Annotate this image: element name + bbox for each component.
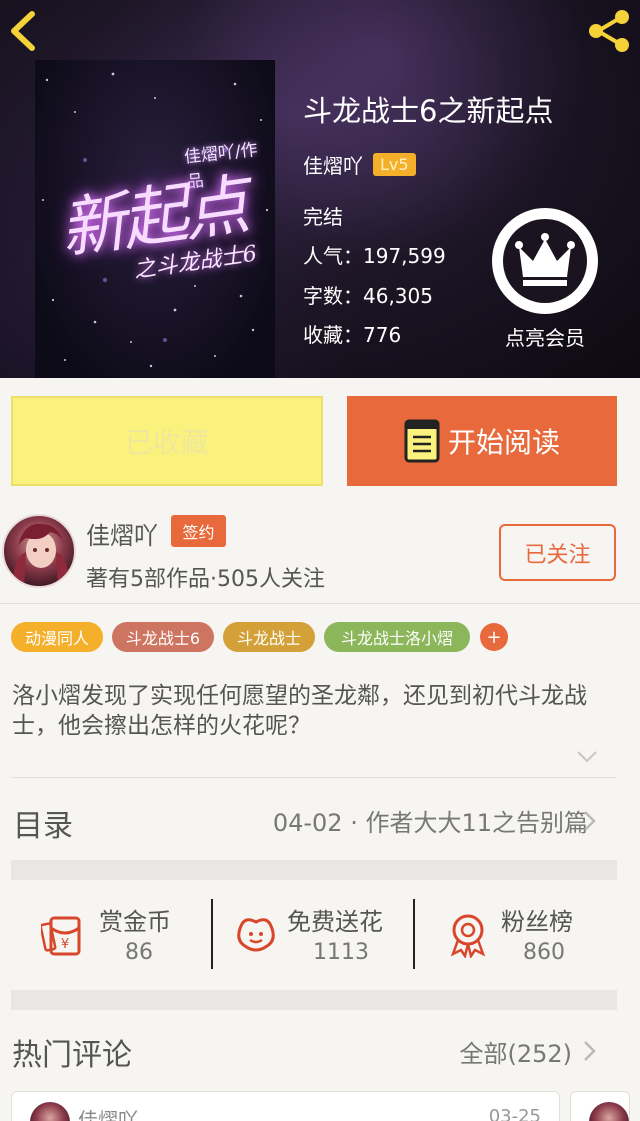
comment-username: 佳熠吖 <box>78 1108 138 1121</box>
reward-name: 赏金币 <box>99 908 171 936</box>
book-header: 佳熠吖/作品 新起点 之斗龙战士6 斗龙战士6之新起点 佳熠吖 Lv5 完结 人… <box>0 0 640 378</box>
comment-card[interactable]: 佳熠吖 03-25 <box>11 1091 560 1121</box>
reward-name: 免费送花 <box>287 908 383 936</box>
follow-button[interactable]: 已关注 <box>499 524 616 581</box>
all-comments-link[interactable]: 全部(252) <box>459 1034 572 1069</box>
book-author[interactable]: 佳熠吖 <box>303 150 363 179</box>
reward-value: 860 <box>523 940 565 965</box>
comment-date: 03-25 <box>488 1106 541 1121</box>
comment-card[interactable] <box>570 1091 630 1121</box>
signed-badge: 签约 <box>171 515 226 547</box>
favorited-button[interactable]: 已收藏 <box>11 396 323 486</box>
book-title: 斗龙战士6之新起点 <box>303 94 554 128</box>
level-badge: Lv5 <box>373 152 416 176</box>
section-separator <box>11 990 617 1010</box>
tag-item[interactable]: 斗龙战士洛小熠 <box>324 622 470 652</box>
reward-value: 1113 <box>313 940 369 965</box>
red-envelope-icon: ¥ <box>41 916 81 956</box>
avatar <box>30 1102 70 1121</box>
add-tag-button[interactable]: + <box>480 623 508 651</box>
book-popularity: 人气：197,599 <box>303 244 446 268</box>
reward-coins[interactable]: ¥ 赏金币 86 <box>11 880 211 990</box>
book-status: 完结 <box>303 205 343 229</box>
tag-item[interactable]: 斗龙战士6 <box>112 622 214 652</box>
rewards-bar: ¥ 赏金币 86 免费送花 1113 粉丝榜 860 <box>11 880 617 990</box>
divider <box>0 603 640 604</box>
reward-fan-rank[interactable]: 粉丝榜 860 <box>415 880 617 990</box>
book-description: 洛小熠发现了实现任何愿望的圣龙鄰，还见到初代斗龙战士，他会擦出怎样的火花呢？ <box>12 683 587 739</box>
start-reading-button[interactable]: 开始阅读 <box>347 396 617 486</box>
author-avatar[interactable] <box>2 514 76 588</box>
vip-badge <box>492 208 598 314</box>
chevron-down-icon[interactable] <box>576 750 598 764</box>
avatar-art <box>12 523 70 586</box>
hot-comments-label: 热门评论 <box>12 1038 132 1073</box>
reward-value: 86 <box>125 940 153 965</box>
book-icon <box>404 419 440 463</box>
reward-flowers[interactable]: 免费送花 1113 <box>213 880 413 990</box>
tag-item[interactable]: 动漫同人 <box>11 622 103 652</box>
latest-chapter[interactable]: 04-02 · 作者大大11之告别篇 <box>273 803 588 838</box>
chevron-right-icon[interactable] <box>583 1040 597 1062</box>
follow-label: 已关注 <box>524 542 591 568</box>
book-favorites: 收藏：776 <box>303 323 402 347</box>
ribbon-medal-icon <box>450 914 486 958</box>
author-stats: 著有5部作品·505人关注 <box>86 567 325 592</box>
tag-item[interactable]: 斗龙战士 <box>223 622 315 652</box>
svg-text:¥: ¥ <box>61 937 69 952</box>
flower-icon <box>237 918 275 952</box>
vip-membership-button[interactable]: 点亮会员 <box>492 208 598 350</box>
vip-label: 点亮会员 <box>505 326 585 350</box>
catalog-label[interactable]: 目录 <box>13 801 73 845</box>
author-name[interactable]: 佳熠吖 <box>86 516 158 551</box>
back-arrow-icon[interactable] <box>4 8 44 54</box>
book-word-count: 字数：46,305 <box>303 284 433 308</box>
crown-icon <box>515 233 575 286</box>
favorited-label: 已收藏 <box>124 426 209 459</box>
divider <box>11 777 617 778</box>
avatar <box>589 1102 629 1121</box>
book-cover[interactable]: 佳熠吖/作品 新起点 之斗龙战士6 <box>35 60 275 378</box>
start-reading-label: 开始阅读 <box>447 426 560 459</box>
author-row: 佳熠吖 Lv5 <box>303 148 416 180</box>
chevron-right-icon[interactable] <box>583 810 597 832</box>
share-icon[interactable] <box>582 8 634 54</box>
reward-name: 粉丝榜 <box>501 908 573 936</box>
section-separator <box>11 860 617 880</box>
